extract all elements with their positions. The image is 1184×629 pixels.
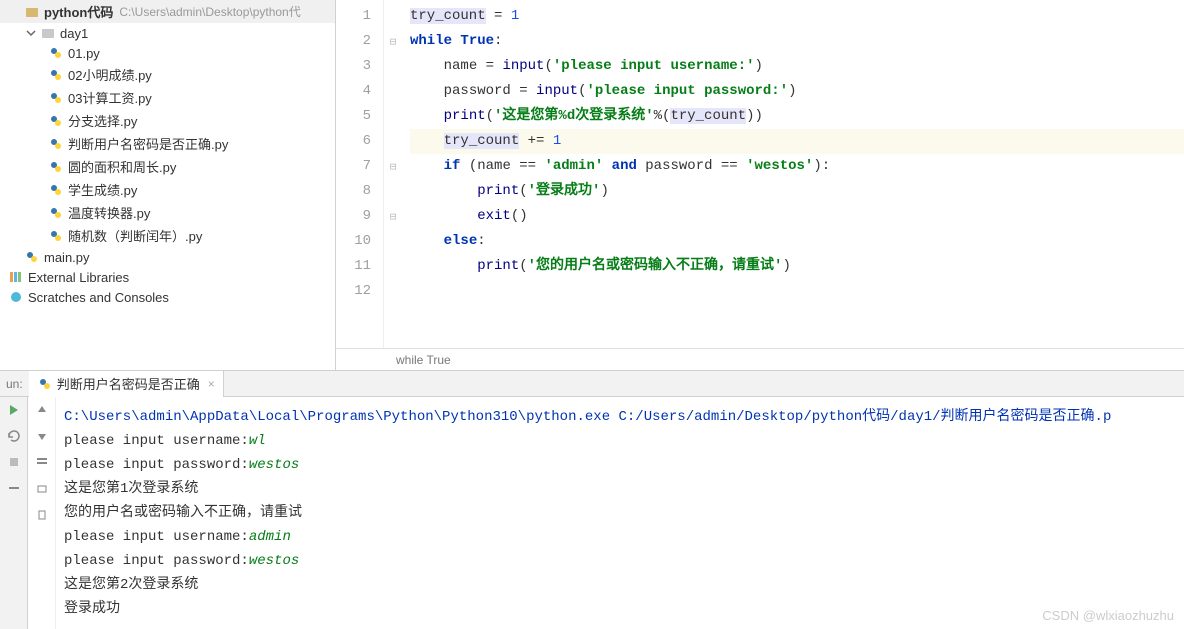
- wrap-icon[interactable]: [33, 453, 51, 471]
- more-icon[interactable]: [5, 479, 23, 497]
- python-file-icon: [48, 67, 64, 83]
- python-file-icon: [48, 113, 64, 129]
- root-path: C:\Users\admin\Desktop\python代: [119, 3, 300, 20]
- fold-margin: ⊟ ⊟ ⊟: [384, 0, 402, 348]
- python-file-icon: [24, 249, 40, 265]
- folder-day1[interactable]: day1: [0, 23, 335, 43]
- code-text[interactable]: try_count = 1 while True: name = input('…: [402, 0, 1184, 348]
- rerun-icon[interactable]: [5, 401, 23, 419]
- line-gutter: 1 2 3 4 5 6 7 8 9 10 11 12: [336, 0, 384, 348]
- python-file-icon: [48, 182, 64, 198]
- scratch-icon: [8, 289, 24, 305]
- folder-icon: [24, 4, 40, 20]
- project-tree[interactable]: python代码 C:\Users\admin\Desktop\python代 …: [0, 0, 336, 370]
- scratches-consoles[interactable]: Scratches and Consoles: [0, 287, 335, 307]
- file-item[interactable]: 02小明成绩.py: [0, 63, 335, 86]
- project-root[interactable]: python代码 C:\Users\admin\Desktop\python代: [0, 0, 335, 23]
- file-item[interactable]: 学生成绩.py: [0, 178, 335, 201]
- breadcrumb[interactable]: while True: [336, 348, 1184, 370]
- chevron-down-icon: [24, 26, 38, 40]
- chevron-icon: [8, 5, 22, 19]
- stop-icon[interactable]: [5, 427, 23, 445]
- folder-icon: [40, 25, 56, 41]
- down-icon[interactable]: [33, 427, 51, 445]
- print-icon[interactable]: [33, 479, 51, 497]
- close-icon[interactable]: ×: [208, 377, 215, 391]
- python-file-icon: [48, 205, 64, 221]
- run-panel: un: 判断用户名密码是否正确 × C:\Users\: [0, 371, 1184, 629]
- file-item[interactable]: 分支选择.py: [0, 109, 335, 132]
- watermark: CSDN @wlxiaozhuzhu: [1042, 608, 1174, 623]
- breadcrumb-segment: while True: [396, 353, 451, 367]
- trash-icon[interactable]: [33, 505, 51, 523]
- python-file-icon: [48, 90, 64, 106]
- run-sidecol: [28, 397, 56, 629]
- file-main[interactable]: main.py: [0, 247, 335, 267]
- run-tab-label: 判断用户名密码是否正确: [57, 374, 200, 393]
- root-label: python代码: [44, 2, 113, 21]
- code-editor[interactable]: 1 2 3 4 5 6 7 8 9 10 11 12 ⊟: [336, 0, 1184, 370]
- run-toolbar: [0, 397, 28, 629]
- run-tab-bar: un: 判断用户名密码是否正确 ×: [0, 371, 1184, 397]
- python-file-icon: [37, 376, 53, 392]
- run-tab[interactable]: 判断用户名密码是否正确 ×: [29, 371, 224, 397]
- python-file-icon: [48, 45, 64, 61]
- pause-icon[interactable]: [5, 453, 23, 471]
- file-item[interactable]: 圆的面积和周长.py: [0, 155, 335, 178]
- console-output[interactable]: C:\Users\admin\AppData\Local\Programs\Py…: [56, 397, 1184, 629]
- python-file-icon: [48, 136, 64, 152]
- python-file-icon: [48, 159, 64, 175]
- up-icon[interactable]: [33, 401, 51, 419]
- run-label: un:: [0, 377, 29, 391]
- library-icon: [8, 269, 24, 285]
- python-file-icon: [48, 228, 64, 244]
- folder-label: day1: [60, 26, 88, 41]
- file-item[interactable]: 01.py: [0, 43, 335, 63]
- file-item[interactable]: 随机数（判断闰年）.py: [0, 224, 335, 247]
- external-libraries[interactable]: External Libraries: [0, 267, 335, 287]
- file-item[interactable]: 判断用户名密码是否正确.py: [0, 132, 335, 155]
- file-item[interactable]: 温度转换器.py: [0, 201, 335, 224]
- file-item[interactable]: 03计算工资.py: [0, 86, 335, 109]
